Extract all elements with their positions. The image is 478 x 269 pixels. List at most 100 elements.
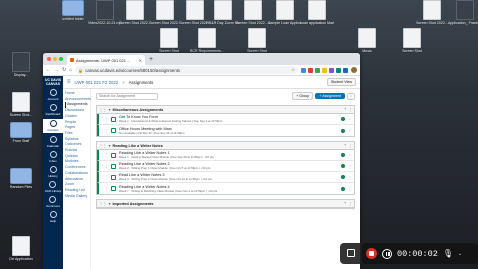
- published-check-icon[interactable]: [341, 164, 345, 168]
- global-nav-commons[interactable]: Commons: [46, 196, 60, 208]
- chevron-down-icon[interactable]: ⌄: [458, 251, 462, 257]
- global-nav-calendar[interactable]: Calendar: [47, 136, 59, 148]
- assignment-group-header[interactable]: ⋮⋮ ▾ Imported Assignments + ⋮: [97, 200, 354, 208]
- assignment-row[interactable]: ⋮⋮ Reading Like a Writer Notes 4 Week 7 · …: [97, 183, 354, 194]
- desktop-file-icon[interactable]: Drt Application: [4, 236, 38, 261]
- published-check-icon[interactable]: [341, 117, 345, 121]
- assignment-group-header[interactable]: ⋮⋮ ▾ Miscellaneous Assignments + ⋮: [97, 106, 354, 114]
- kebab-menu-icon[interactable]: ⋮: [348, 153, 352, 158]
- caret-down-icon[interactable]: ▾: [109, 143, 111, 148]
- desktop-file-icon[interactable]: Music: [350, 28, 384, 53]
- global-nav-help[interactable]: Help: [49, 211, 57, 223]
- course-nav-collaborations[interactable]: Collaborations: [65, 171, 90, 177]
- kebab-menu-icon[interactable]: ⋮: [348, 107, 352, 112]
- desktop-file-icon[interactable]: Screen Shot: [152, 28, 186, 53]
- search-assignments-input[interactable]: [96, 92, 158, 100]
- reload-button[interactable]: ↻: [62, 67, 66, 73]
- profile-avatar[interactable]: [351, 67, 357, 73]
- ucdavis-canvas-logo[interactable]: UC DAVIS CANVAS: [43, 78, 63, 86]
- published-check-icon[interactable]: [341, 153, 345, 157]
- extension-icon[interactable]: [301, 67, 306, 73]
- caret-down-icon[interactable]: ▾: [109, 201, 111, 206]
- global-nav-courses[interactable]: Courses: [43, 119, 63, 133]
- assignment-group-header[interactable]: ⋮⋮ ▾ Reading Like a Writer Notes + ⋮: [97, 142, 354, 150]
- extension-icon[interactable]: [343, 67, 348, 73]
- drag-handle-icon[interactable]: ⋮⋮: [101, 153, 108, 157]
- extension-icon[interactable]: [329, 67, 334, 73]
- assignment-row[interactable]: ⋮⋮ Office Hours Meeting with Marc Not avai…: [97, 125, 354, 136]
- published-check-icon[interactable]: [341, 186, 345, 191]
- drag-handle-icon[interactable]: ⋮⋮: [101, 129, 108, 133]
- desktop-file-icon[interactable]: Screen Shot: [395, 28, 429, 53]
- extension-icon[interactable]: [315, 67, 320, 73]
- desktop-file-icon[interactable]: Loan application Mark David Spence...193…: [300, 0, 334, 25]
- drag-handle-icon[interactable]: ⋮⋮: [101, 175, 108, 179]
- desktop-file-icon[interactable]: From Staff: [4, 122, 38, 143]
- desktop-file-icon[interactable]: untitled folder: [56, 0, 90, 21]
- extension-icon[interactable]: [308, 67, 313, 73]
- desktop-file-icon[interactable]: Application_ Frank Winter-1..: [448, 0, 478, 25]
- add-group-button[interactable]: + Group: [292, 92, 314, 100]
- add-item-icon[interactable]: +: [344, 143, 346, 148]
- desktop-file-icon[interactable]: Screen Shot 2022...: [118, 0, 152, 25]
- desktop-file-icon[interactable]: Screen Shot 2022...4.05 AM: [236, 0, 270, 25]
- desktop-file-icon[interactable]: Video2022-10-21.mp4: [88, 0, 122, 25]
- desktop-file-icon[interactable]: BCR Requirements...: [190, 28, 224, 53]
- microphone-icon[interactable]: 🎙: [443, 249, 453, 258]
- assignment-row[interactable]: ⋮⋮ Get To Know You Form Week 1 · Introduct…: [97, 114, 354, 125]
- kebab-menu-icon[interactable]: ⋮: [348, 201, 352, 206]
- pause-recording-button[interactable]: [382, 248, 392, 259]
- more-options-button[interactable]: ⋮: [347, 92, 355, 100]
- address-bar[interactable]: 🔒 canvas.ucdavis.edu/courses/580150/assi…: [75, 66, 298, 74]
- global-nav-dashboard[interactable]: Dashboard: [46, 104, 60, 116]
- stop-recording-button[interactable]: [366, 248, 377, 259]
- desktop-file-icon[interactable]: Sample Loan Application: [268, 0, 302, 25]
- close-window-icon[interactable]: [47, 57, 51, 61]
- kebab-menu-icon[interactable]: ⋮: [348, 175, 352, 180]
- kebab-menu-icon[interactable]: ⋮: [348, 143, 352, 148]
- global-nav-ucd-library[interactable]: UCD Library: [45, 181, 61, 193]
- hamburger-menu-icon[interactable]: ≡: [67, 79, 71, 85]
- add-assignment-button[interactable]: + Assignment: [315, 93, 345, 99]
- minimize-window-icon[interactable]: [53, 57, 57, 61]
- drag-handle-icon[interactable]: ⋮⋮: [99, 201, 107, 206]
- forward-button[interactable]: →: [54, 67, 59, 73]
- desktop-file-icon[interactable]: Random Files: [4, 168, 38, 189]
- desktop-file-icon[interactable]: Screen Shot 2022...: [415, 0, 449, 25]
- new-tab-button[interactable]: +: [149, 55, 153, 64]
- extension-icon[interactable]: [322, 67, 327, 73]
- browser-tab[interactable]: Assignments: UWP 001 021 ... ✕: [67, 55, 145, 65]
- drag-handle-icon[interactable]: ⋮⋮: [99, 107, 107, 112]
- global-nav-account[interactable]: Account: [48, 89, 58, 101]
- desktop-file-icon[interactable]: Screen Shot 2022...: [148, 0, 182, 25]
- desktop-file-icon[interactable]: HR&R Day Zoom Meeting: [206, 0, 240, 25]
- recorder-handle[interactable]: [340, 243, 362, 264]
- global-nav-history[interactable]: History: [48, 166, 58, 178]
- assignment-row[interactable]: ⋮⋮ Reading Like a Writer Notes 1 Week 1 · …: [97, 150, 354, 161]
- desktop-file-icon[interactable]: Screen Shot: [240, 28, 274, 53]
- maximize-window-icon[interactable]: [59, 57, 63, 61]
- drag-handle-icon[interactable]: ⋮⋮: [101, 187, 108, 191]
- student-view-button[interactable]: Student View: [326, 78, 356, 86]
- close-tab-icon[interactable]: ✕: [139, 58, 142, 63]
- course-nav-media-gallery[interactable]: Media Gallery: [65, 194, 90, 200]
- add-item-icon[interactable]: +: [344, 107, 346, 112]
- assignment-row[interactable]: ⋮⋮ Reading Like a Writer Notes 2 Week 2 · …: [97, 161, 354, 172]
- drag-handle-icon[interactable]: ⋮⋮: [99, 143, 107, 148]
- kebab-menu-icon[interactable]: ⋮: [348, 164, 352, 169]
- extension-icon[interactable]: [336, 67, 341, 73]
- published-check-icon[interactable]: [341, 128, 345, 133]
- breadcrumb-course[interactable]: UWP 001 021 F2 2022: [75, 80, 119, 85]
- kebab-menu-icon[interactable]: ⋮: [348, 128, 352, 133]
- home-button[interactable]: ⌂: [69, 67, 72, 73]
- bookmark-star-icon[interactable]: ☆: [291, 67, 295, 73]
- desktop-file-icon[interactable]: Display...: [4, 52, 38, 77]
- kebab-menu-icon[interactable]: ⋮: [348, 117, 352, 122]
- desktop-file-icon[interactable]: Screen Shot...: [4, 92, 38, 117]
- back-button[interactable]: ←: [46, 67, 51, 73]
- add-item-icon[interactable]: +: [344, 201, 346, 206]
- caret-down-icon[interactable]: ▾: [109, 107, 111, 112]
- drag-handle-icon[interactable]: ⋮⋮: [101, 117, 108, 121]
- assignment-row[interactable]: ⋮⋮ Read Like a Writer Notes 3 Week 3 · Wri…: [97, 172, 354, 183]
- published-check-icon[interactable]: [341, 175, 345, 179]
